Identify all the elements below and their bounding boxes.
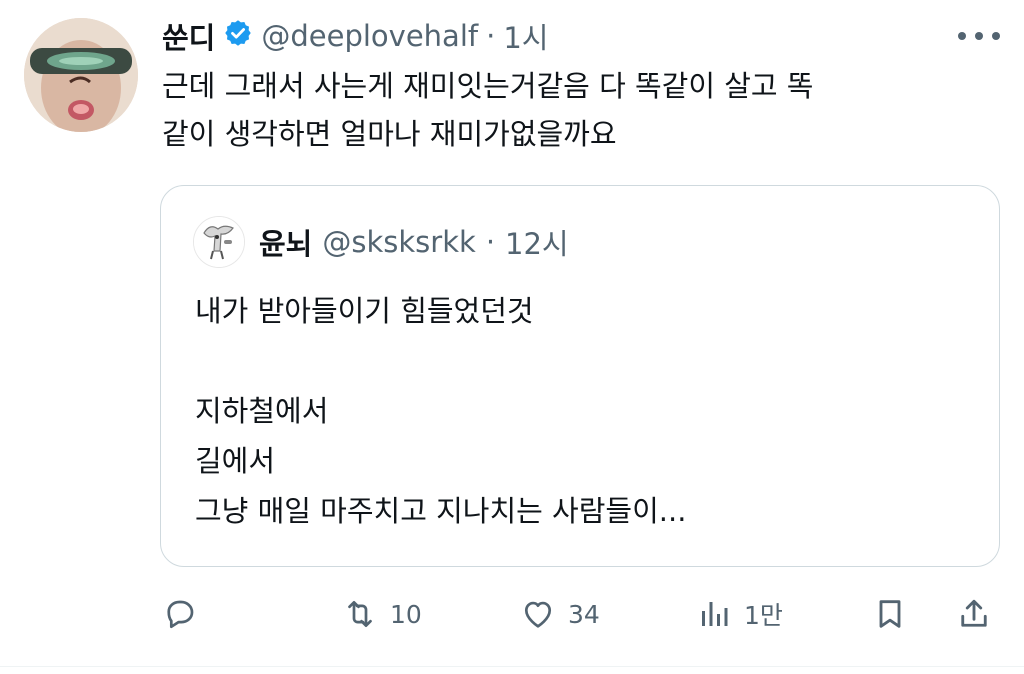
quoted-author-name[interactable]: 윤뇌 <box>259 221 312 263</box>
quoted-tweet-time[interactable]: 12시 <box>505 221 569 263</box>
tweet-text: 근데 그래서 사는게 재미잇는거같음 다 똑같이 살고 똑 같이 생각하면 얼마… <box>162 69 814 151</box>
avatar-image <box>24 18 138 132</box>
author-avatar[interactable] <box>24 18 138 132</box>
quoted-avatar-image <box>194 217 244 267</box>
views-count: 1만 <box>744 601 783 630</box>
retweet-icon <box>348 600 372 628</box>
like-count: 34 <box>568 599 600 629</box>
more-icon[interactable] <box>958 24 1000 48</box>
reply-icon <box>167 600 194 629</box>
quoted-separator-dot: · <box>485 225 496 259</box>
views-icon <box>702 602 728 626</box>
tweet-time[interactable]: 1시 <box>503 15 548 57</box>
author-name[interactable]: 쑨디 <box>162 15 215 57</box>
quoted-tweet-text: 내가 받아들이기 힘들었던것 지하철에서 길에서 그냥 매일 마주치고 지나치는… <box>195 294 687 528</box>
verified-badge-icon <box>223 18 253 55</box>
separator-dot: · <box>486 19 496 53</box>
quoted-tweet[interactable]: 윤뇌 @sksksrkk · 12시 내가 받아들이기 힘들었던것 지하철에서 … <box>160 185 1000 567</box>
bookmark-button[interactable] <box>872 588 908 640</box>
quoted-tweet-header: 윤뇌 @sksksrkk · 12시 <box>259 220 569 264</box>
heart-icon <box>524 601 552 628</box>
tweet-actions: 10 34 1만 <box>160 588 1000 640</box>
bottom-divider <box>0 666 1024 667</box>
retweet-count: 10 <box>390 599 422 629</box>
reply-button[interactable] <box>162 588 210 640</box>
tweet-header: 쑨디 @deeplovehalf · 1시 <box>162 14 548 58</box>
like-button[interactable]: 34 <box>520 588 600 640</box>
quoted-author-handle[interactable]: @sksksrkk <box>322 225 475 259</box>
bookmark-icon <box>879 600 901 628</box>
retweet-button[interactable]: 10 <box>342 588 422 640</box>
author-handle[interactable]: @deeplovehalf <box>261 19 478 53</box>
share-button[interactable] <box>956 588 992 640</box>
share-icon <box>961 599 987 627</box>
quoted-author-avatar[interactable] <box>193 216 245 268</box>
views-button[interactable]: 1만 <box>696 588 783 640</box>
